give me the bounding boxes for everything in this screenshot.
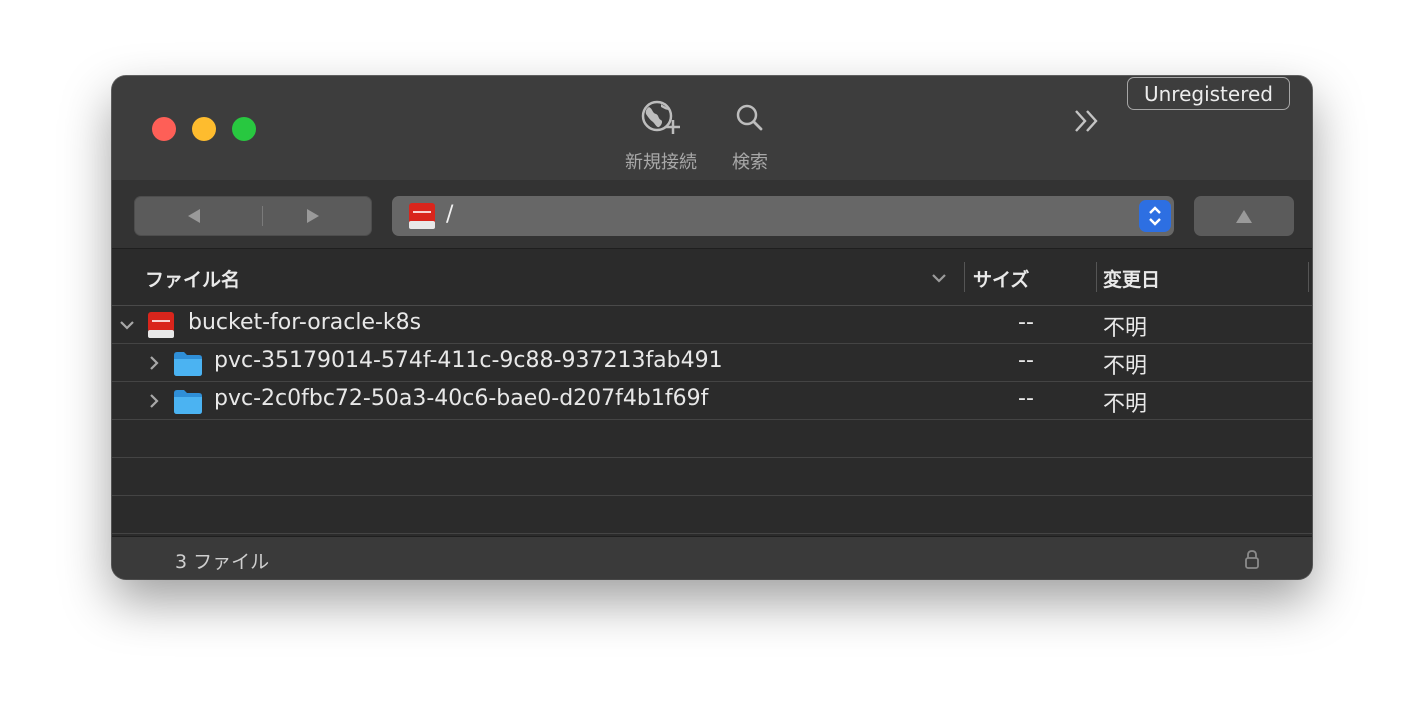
- new-connection-button[interactable]: 新規接続: [612, 98, 710, 174]
- navigation-bar: /: [112, 180, 1312, 249]
- column-modified[interactable]: 変更日: [1103, 265, 1160, 292]
- empty-row: [112, 458, 1312, 496]
- lock-icon: [1243, 548, 1261, 574]
- column-divider[interactable]: [1308, 262, 1309, 292]
- column-divider[interactable]: [964, 262, 965, 292]
- triangle-up-icon: [1236, 210, 1252, 223]
- zoom-button[interactable]: [232, 117, 256, 141]
- globe-plus-icon: [612, 98, 710, 138]
- column-header: ファイル名 サイズ 変更日: [112, 249, 1312, 306]
- cyberduck-window: 新規接続 検索 Unregistered / ファイル名 サイズ 変更日 buc…: [112, 76, 1312, 579]
- path-popup[interactable]: /: [392, 196, 1174, 236]
- up-down-chevron-icon: [1149, 206, 1161, 226]
- path-stepper[interactable]: [1139, 200, 1171, 232]
- minimize-button[interactable]: [192, 117, 216, 141]
- column-filename[interactable]: ファイル名: [145, 265, 240, 292]
- file-name: pvc-35179014-574f-411c-9c88-937213fab491: [214, 348, 723, 373]
- folder-icon: [173, 349, 203, 383]
- back-forward-control: [134, 196, 372, 236]
- search-icon: [720, 98, 780, 138]
- empty-row: [112, 420, 1312, 458]
- oracle-drive-icon: [407, 201, 437, 235]
- chevron-down-icon[interactable]: [930, 268, 948, 290]
- file-size: --: [1018, 310, 1034, 335]
- column-size[interactable]: サイズ: [973, 265, 1029, 292]
- folder-icon: [173, 387, 203, 421]
- file-name: bucket-for-oracle-k8s: [188, 310, 422, 335]
- file-modified: 不明: [1103, 354, 1148, 379]
- table-row[interactable]: pvc-35179014-574f-411c-9c88-937213fab491…: [112, 344, 1312, 382]
- search-label: 検索: [732, 152, 768, 173]
- double-chevron-right-icon: [1075, 110, 1098, 132]
- table-row[interactable]: pvc-2c0fbc72-50a3-40c6-bae0-d207f4b1f69f…: [112, 382, 1312, 420]
- toolbar-overflow-button[interactable]: [1070, 104, 1104, 138]
- table-row[interactable]: bucket-for-oracle-k8s -- 不明: [112, 306, 1312, 344]
- back-button[interactable]: [134, 196, 253, 236]
- title-bar: 新規接続 検索 Unregistered: [112, 76, 1312, 180]
- empty-row: [112, 496, 1312, 534]
- file-size: --: [1018, 348, 1034, 373]
- unregistered-badge[interactable]: Unregistered: [1127, 77, 1290, 110]
- new-connection-label: 新規接続: [625, 152, 697, 173]
- forward-button[interactable]: [253, 196, 372, 236]
- triangle-left-icon: [187, 209, 200, 223]
- oracle-bucket-icon: [147, 311, 175, 345]
- file-modified: 不明: [1103, 316, 1148, 341]
- triangle-right-icon: [306, 209, 319, 223]
- search-button[interactable]: 検索: [720, 98, 780, 174]
- disclosure-chevron-right-icon[interactable]: [145, 353, 163, 378]
- file-count: 3 ファイル: [175, 551, 270, 573]
- file-size: --: [1018, 386, 1034, 411]
- close-button[interactable]: [152, 117, 176, 141]
- file-name: pvc-2c0fbc72-50a3-40c6-bae0-d207f4b1f69f: [214, 386, 709, 411]
- parent-directory-button[interactable]: [1194, 196, 1294, 236]
- file-modified: 不明: [1103, 392, 1148, 417]
- disclosure-chevron-down-icon[interactable]: [118, 315, 136, 340]
- column-divider[interactable]: [1096, 262, 1097, 292]
- current-path: /: [446, 202, 454, 227]
- disclosure-chevron-right-icon[interactable]: [145, 391, 163, 416]
- status-bar: 3 ファイル: [112, 536, 1312, 579]
